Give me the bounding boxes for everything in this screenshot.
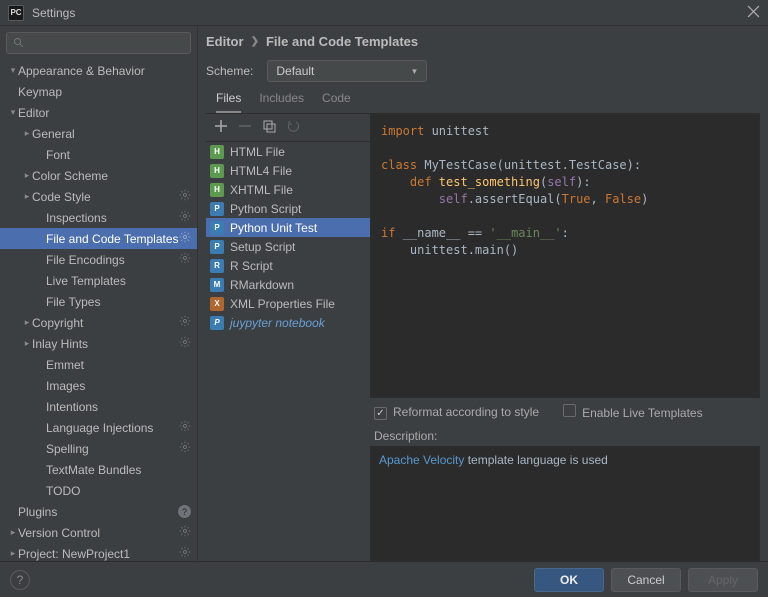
live-templates-checkbox[interactable]: Enable Live Templates	[563, 404, 703, 420]
tree-item[interactable]: File Encodings	[0, 249, 197, 270]
velocity-link[interactable]: Apache Velocity	[379, 453, 464, 467]
template-item[interactable]: PSetup Script	[206, 237, 370, 256]
tab[interactable]: Code	[322, 91, 351, 113]
tab[interactable]: Includes	[259, 91, 304, 113]
tree-item[interactable]: ▸Project: NewProject1	[0, 543, 197, 561]
description-box: Apache Velocity template language is use…	[370, 446, 760, 561]
template-item[interactable]: Pjuypyter notebook	[206, 313, 370, 332]
scheme-dropdown[interactable]: Default▼	[267, 60, 427, 82]
tree-item[interactable]: ▾Appearance & Behavior	[0, 60, 197, 81]
tree-item[interactable]: ▸Code Style	[0, 186, 197, 207]
tree-item[interactable]: ▸Color Scheme	[0, 165, 197, 186]
apply-button[interactable]: Apply	[688, 568, 758, 592]
file-icon: H	[210, 183, 224, 197]
tree-item[interactable]: Language Injections	[0, 417, 197, 438]
file-icon: P	[210, 316, 224, 330]
tree-item[interactable]: Spelling	[0, 438, 197, 459]
tree-item[interactable]: ▸Copyright	[0, 312, 197, 333]
template-item[interactable]: HXHTML File	[206, 180, 370, 199]
settings-sidebar: ▾Appearance & BehaviorKeymap▾Editor▸Gene…	[0, 26, 198, 561]
tree-item[interactable]: File Types	[0, 291, 197, 312]
tree-item[interactable]: Live Templates	[0, 270, 197, 291]
tree-item[interactable]: ▾Editor	[0, 102, 197, 123]
template-item[interactable]: HHTML File	[206, 142, 370, 161]
template-item[interactable]: XXML Properties File	[206, 294, 370, 313]
gear-icon	[179, 420, 191, 435]
file-icon: P	[210, 240, 224, 254]
tree-item[interactable]: File and Code Templates	[0, 228, 197, 249]
file-icon: P	[210, 202, 224, 216]
tree-item[interactable]: Font	[0, 144, 197, 165]
reformat-checkbox[interactable]: Reformat according to style	[374, 405, 539, 420]
tree-item[interactable]: Keymap	[0, 81, 197, 102]
ok-button[interactable]: OK	[534, 568, 604, 592]
template-item[interactable]: HHTML4 File	[206, 161, 370, 180]
chevron-down-icon: ▼	[410, 67, 418, 76]
description-label: Description:	[370, 426, 760, 446]
tree-item[interactable]: TODO	[0, 480, 197, 501]
tree-item[interactable]: ▸Inlay Hints	[0, 333, 197, 354]
file-icon: R	[210, 259, 224, 273]
gear-icon	[179, 441, 191, 456]
tree-item[interactable]: TextMate Bundles	[0, 459, 197, 480]
gear-icon	[179, 231, 191, 246]
file-icon: H	[210, 145, 224, 159]
gear-icon	[179, 252, 191, 267]
tab[interactable]: Files	[216, 91, 241, 113]
close-icon[interactable]	[747, 5, 760, 21]
code-editor[interactable]: import unittest class MyTestCase(unittes…	[370, 114, 760, 398]
scheme-label: Scheme:	[206, 64, 253, 78]
file-icon: H	[210, 164, 224, 178]
search-input[interactable]	[6, 32, 191, 54]
gear-icon	[179, 546, 191, 561]
gear-icon	[179, 210, 191, 225]
tree-item[interactable]: Emmet	[0, 354, 197, 375]
file-icon: X	[210, 297, 224, 311]
tree-item[interactable]: Plugins?	[0, 501, 197, 522]
tree-item[interactable]: Inspections	[0, 207, 197, 228]
tree-item[interactable]: Intentions	[0, 396, 197, 417]
breadcrumb: Editor❯File and Code Templates	[206, 26, 760, 56]
template-item[interactable]: PPython Script	[206, 199, 370, 218]
template-item[interactable]: MRMarkdown	[206, 275, 370, 294]
file-icon: M	[210, 278, 224, 292]
template-tabs: Files Includes Code	[206, 86, 760, 114]
app-logo: PC	[8, 5, 24, 21]
tree-item[interactable]: ▸Version Control	[0, 522, 197, 543]
template-item[interactable]: RR Script	[206, 256, 370, 275]
window-title: Settings	[32, 6, 75, 20]
add-icon[interactable]	[214, 119, 228, 136]
gear-icon	[179, 525, 191, 540]
cancel-button[interactable]: Cancel	[611, 568, 681, 592]
search-icon	[13, 37, 25, 49]
remove-icon[interactable]	[238, 119, 252, 136]
gear-icon	[179, 315, 191, 330]
help-button[interactable]: ?	[10, 570, 30, 590]
gear-icon	[179, 189, 191, 204]
file-icon: P	[210, 221, 224, 235]
chevron-right-icon: ❯	[251, 36, 259, 47]
info-icon: ?	[178, 505, 191, 518]
template-item[interactable]: PPython Unit Test	[206, 218, 370, 237]
tree-item[interactable]: Images	[0, 375, 197, 396]
tree-item[interactable]: ▸General	[0, 123, 197, 144]
undo-icon[interactable]	[286, 119, 300, 136]
copy-icon[interactable]	[262, 119, 276, 136]
gear-icon	[179, 336, 191, 351]
